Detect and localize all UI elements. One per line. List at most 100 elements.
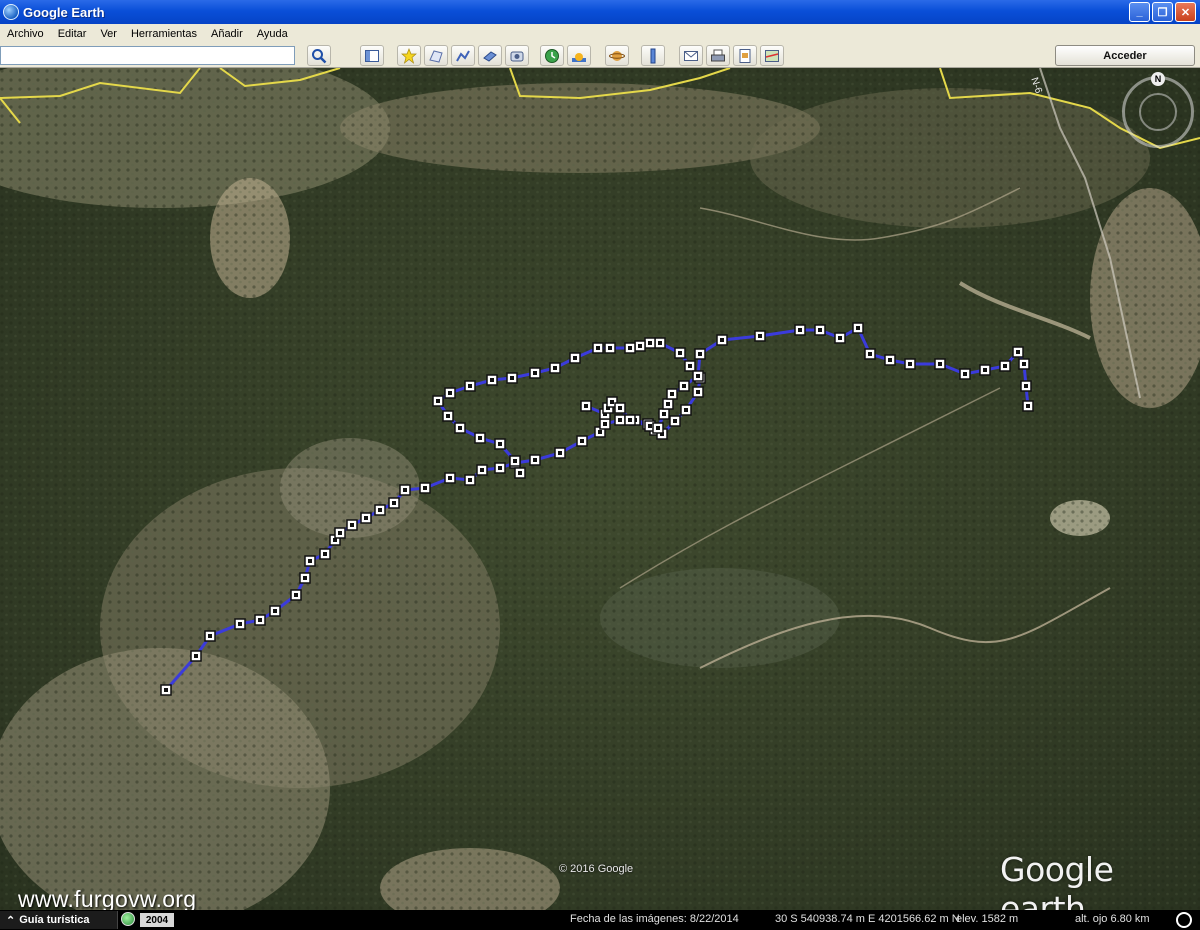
tour-guide-label: Guía turística xyxy=(19,914,90,926)
menu-ayuda[interactable]: Ayuda xyxy=(250,28,295,40)
waypoint-marker-center xyxy=(378,508,382,512)
menu-bar: Archivo Editar Ver Herramientas Añadir A… xyxy=(0,24,1200,43)
minimize-button[interactable]: _ xyxy=(1129,2,1150,22)
waypoint-marker-center xyxy=(580,439,584,443)
eye-altitude-readout: alt. ojo 6.80 km xyxy=(1075,913,1150,925)
waypoint-marker-center xyxy=(208,634,212,638)
waypoint-marker-center xyxy=(392,501,396,505)
record-tour-icon xyxy=(510,51,524,61)
waypoint-marker-center xyxy=(294,593,298,597)
menu-editar[interactable]: Editar xyxy=(51,28,94,40)
menu-anadir[interactable]: Añadir xyxy=(204,28,250,40)
navigation-control[interactable] xyxy=(1122,76,1194,148)
waypoint-marker-center xyxy=(628,418,632,422)
waypoint-marker-center xyxy=(818,328,822,332)
waypoint-marker-center xyxy=(618,418,622,422)
waypoint-marker-center xyxy=(963,372,967,376)
waypoint-marker-center xyxy=(666,402,670,406)
polygon-icon xyxy=(429,49,443,63)
sign-in-button[interactable]: Acceder xyxy=(1055,45,1195,66)
waypoint-marker-center xyxy=(1003,364,1007,368)
waypoint-marker-center xyxy=(468,478,472,482)
waypoint-marker-center xyxy=(628,346,632,350)
sunlight-button[interactable] xyxy=(567,45,591,66)
waypoint-marker-center xyxy=(350,523,354,527)
menu-archivo[interactable]: Archivo xyxy=(0,28,51,40)
email-button[interactable] xyxy=(679,45,703,66)
add-placemark-button[interactable] xyxy=(397,45,421,66)
watermark: www.furgovw.org xyxy=(18,886,197,910)
waypoint-marker-center xyxy=(480,468,484,472)
waypoint-marker-center xyxy=(656,426,660,430)
maximize-button[interactable]: ❐ xyxy=(1152,2,1173,22)
waypoint-marker-center xyxy=(308,559,312,563)
waypoint-marker-center xyxy=(610,400,614,404)
streaming-status-icon xyxy=(1176,912,1192,928)
historical-imagery-icon[interactable] xyxy=(121,912,135,926)
pointer-coordinates: 30 S 540938.74 m E 4201566.62 m N xyxy=(775,913,960,925)
record-tour-button[interactable] xyxy=(505,45,529,66)
search-input[interactable] xyxy=(0,46,295,65)
sidebar-icon xyxy=(365,49,379,62)
waypoint-marker-center xyxy=(688,364,692,368)
add-image-overlay-button[interactable] xyxy=(478,45,502,66)
sidebar-toggle-button[interactable] xyxy=(360,45,384,66)
waypoint-marker-center xyxy=(888,358,892,362)
menu-herramientas[interactable]: Herramientas xyxy=(124,28,204,40)
waypoint-marker-center xyxy=(553,366,557,370)
window-title: Google Earth xyxy=(23,4,105,20)
print-icon xyxy=(711,49,725,61)
map-view[interactable]: N N-6 © 2016 Google Google earth www.fur… xyxy=(0,68,1200,910)
waypoint-marker-center xyxy=(584,404,588,408)
ruler-button[interactable] xyxy=(641,45,665,66)
view-in-maps-button[interactable] xyxy=(760,45,784,66)
waypoint-marker-center xyxy=(423,486,427,490)
google-earth-logo: Google earth xyxy=(1000,850,1200,910)
waypoint-marker-center xyxy=(798,328,802,332)
overlay-icon xyxy=(483,50,497,62)
print-button[interactable] xyxy=(706,45,730,66)
waypoint-marker-center xyxy=(446,414,450,418)
planets-button[interactable] xyxy=(605,45,629,66)
menu-ver[interactable]: Ver xyxy=(93,28,124,40)
waypoint-marker-center xyxy=(696,374,700,378)
title-bar: Google Earth _ ❐ ✕ xyxy=(0,0,1200,24)
imagery-year-badge: 2004 xyxy=(140,913,174,927)
save-image-button[interactable] xyxy=(733,45,757,66)
search-icon xyxy=(312,48,327,63)
save-image-icon xyxy=(739,48,751,63)
copyright-text: © 2016 Google xyxy=(559,863,634,875)
waypoint-marker-center xyxy=(670,392,674,396)
search-button[interactable] xyxy=(307,45,331,66)
close-button[interactable]: ✕ xyxy=(1175,2,1196,22)
waypoint-marker-center xyxy=(673,419,677,423)
waypoint-marker-center xyxy=(720,338,724,342)
waypoint-marker-center xyxy=(513,459,517,463)
waypoint-marker-center xyxy=(856,326,860,330)
waypoint-marker-center xyxy=(638,344,642,348)
look-joystick[interactable] xyxy=(1139,93,1177,131)
waypoint-marker-center xyxy=(533,458,537,462)
waypoint-marker-center xyxy=(490,378,494,382)
planets-icon xyxy=(609,50,625,61)
waypoint-marker-center xyxy=(608,346,612,350)
waypoint-marker-center xyxy=(598,430,602,434)
waypoint-marker-center xyxy=(364,516,368,520)
add-polygon-button[interactable] xyxy=(424,45,448,66)
historical-imagery-button[interactable] xyxy=(540,45,564,66)
view-in-maps-icon xyxy=(765,49,779,62)
waypoint-marker-center xyxy=(498,442,502,446)
waypoint-marker-center xyxy=(468,384,472,388)
waypoint-marker-center xyxy=(194,654,198,658)
waypoint-marker-center xyxy=(983,368,987,372)
compass-north-icon[interactable]: N xyxy=(1151,72,1165,86)
placemark-icon xyxy=(401,47,417,64)
elevation-readout: elev. 1582 m xyxy=(956,913,1019,925)
imagery-date: Fecha de las imágenes: 8/22/2014 xyxy=(570,913,739,925)
waypoint-marker-center xyxy=(938,362,942,366)
waypoint-marker-center xyxy=(648,424,652,428)
waypoint-marker-center xyxy=(533,371,537,375)
logo-earth-text: earth xyxy=(1000,889,1086,910)
add-path-button[interactable] xyxy=(451,45,475,66)
tour-guide-button[interactable]: ⌃ Guía turística xyxy=(0,911,118,929)
